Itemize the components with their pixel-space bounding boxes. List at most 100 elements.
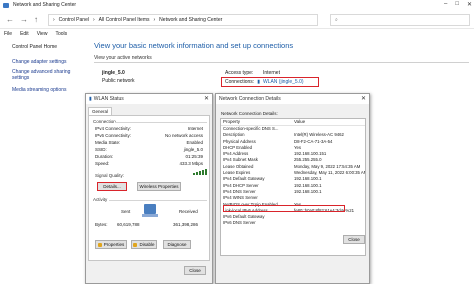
property-cell: IPv6 DNS Server [223, 220, 256, 226]
address-bar: ← → ↑ › Control Panel › All Control Pane… [0, 11, 474, 29]
network-type: Public network [102, 78, 135, 84]
signal-quality-label: Signal Quality: [95, 173, 125, 178]
sent-label: Sent [121, 209, 131, 214]
row-value: 01:25:39 [185, 154, 203, 159]
breadcrumb-sep: › [92, 17, 95, 23]
breadcrumb-sep: › [53, 17, 55, 23]
list-header: Property Value [221, 119, 365, 126]
row-duration: Duration: 01:25:39 [95, 154, 203, 159]
properties-label: Properties [103, 242, 125, 247]
page-title: View your basic network information and … [94, 41, 294, 50]
row-label: IPv6 Connectivity: [95, 133, 132, 138]
activity-section-label: Activity [93, 197, 108, 202]
row-value: 433.3 Mbps [179, 161, 203, 166]
window-titlebar: Network and Sharing Center – □ ✕ [0, 0, 474, 10]
back-icon[interactable]: ← [6, 15, 14, 24]
details-button[interactable]: Details... [97, 182, 127, 191]
sidebar-link-adapter[interactable]: Change adapter settings [12, 59, 66, 65]
connections-link[interactable]: WLAN (jingle_5.0) [263, 79, 304, 85]
properties-button[interactable]: Properties [95, 240, 127, 249]
row-label: IPv4 Connectivity: [95, 126, 132, 131]
sidebar-link-media[interactable]: Media streaming options [12, 87, 66, 93]
sidebar-home-link[interactable]: Control Panel Home [12, 44, 57, 50]
section-divider [115, 122, 207, 123]
row-label: SSID: [95, 147, 107, 152]
row-label: Media State: [95, 140, 121, 145]
dialog-title: Network Connection Details [219, 96, 281, 102]
diagnose-button[interactable]: Diagnose [163, 240, 191, 249]
bytes-received: 361,398,286 [173, 222, 199, 227]
row-value: Internet [187, 126, 203, 131]
active-networks-heading: View your active networks [94, 55, 152, 61]
menu-edit[interactable]: Edit [20, 31, 29, 39]
menu-view[interactable]: View [37, 31, 48, 39]
row-label: Duration: [95, 154, 114, 159]
row-value: jingle_5.0 [183, 147, 203, 152]
list-item[interactable]: IPv6 DNS Server [221, 220, 365, 226]
row-ipv6-connectivity: IPv6 Connectivity: No network access [95, 133, 203, 138]
network-center-icon [3, 2, 9, 8]
dialog-titlebar: ▮ WLAN Status [86, 94, 212, 104]
divider [94, 62, 469, 63]
wlan-status-dialog: ▮ WLAN Status ✕ General Connection IPv4 … [85, 93, 213, 284]
access-type-label: Access type: [225, 70, 254, 76]
row-ipv4-connectivity: IPv4 Connectivity: Internet [95, 126, 203, 131]
row-label: Speed: [95, 161, 110, 166]
breadcrumb-network-center[interactable]: Network and Sharing Center [159, 17, 222, 23]
menu-bar: File Edit View Tools [0, 31, 67, 39]
sidebar-link-sharing[interactable]: Change advanced sharing settings [12, 69, 82, 81]
section-divider [109, 200, 207, 201]
breadcrumb-all-items[interactable]: All Control Panel Items [99, 17, 150, 23]
connection-section-label: Connection [93, 119, 116, 124]
bytes-sent: 60,619,788 [117, 222, 140, 227]
row-value: Enabled [186, 140, 203, 145]
network-name: jingle_5.0 [102, 70, 125, 76]
maximize-icon[interactable]: □ [455, 1, 459, 8]
forward-icon[interactable]: → [20, 15, 28, 24]
row-media-state: Media State: Enabled [95, 140, 203, 145]
disable-label: Disable [139, 242, 155, 247]
received-label: Received [179, 209, 198, 214]
access-type-value: Internet [263, 70, 280, 76]
shield-icon [133, 242, 138, 247]
bytes-label: Bytes: [95, 222, 108, 227]
breadcrumb[interactable]: › Control Panel › All Control Panel Item… [48, 14, 318, 26]
row-speed: Speed: 433.3 Mbps [95, 161, 203, 166]
search-icon: ⌕ [335, 17, 338, 23]
up-icon[interactable]: ↑ [34, 15, 38, 24]
details-label: Network Connection Details: [221, 111, 278, 116]
minimize-icon[interactable]: – [444, 1, 447, 8]
connections-highlight: Connections: ▮ WLAN (jingle_5.0) [221, 77, 319, 87]
row-value: No network access [164, 133, 203, 138]
col-value[interactable]: Value [292, 119, 305, 125]
window-title: Network and Sharing Center [13, 2, 77, 8]
dialog-titlebar: Network Connection Details [216, 94, 369, 104]
disable-button[interactable]: Disable [131, 240, 157, 249]
breadcrumb-control-panel[interactable]: Control Panel [59, 17, 89, 23]
menu-file[interactable]: File [4, 31, 12, 39]
wifi-icon: ▮ [257, 79, 260, 85]
connections-label: Connections: [225, 79, 255, 85]
wireless-properties-button[interactable]: Wireless Properties [137, 182, 181, 191]
default-gateway-highlight [223, 205, 345, 212]
general-tab-panel: Connection IPv4 Connectivity: Internet IP… [88, 115, 210, 261]
close-icon[interactable]: ✕ [204, 95, 209, 102]
col-property[interactable]: Property [221, 119, 292, 125]
search-input[interactable]: ⌕ [330, 14, 470, 26]
network-activity-icon [144, 204, 156, 214]
dialog-title: WLAN Status [93, 96, 124, 102]
wlan-close-button[interactable]: Close [184, 266, 206, 275]
breadcrumb-sep: › [153, 17, 156, 23]
wifi-icon: ▮ [89, 96, 92, 102]
ncd-close-button[interactable]: Close [343, 235, 365, 244]
row-ssid: SSID: jingle_5.0 [95, 147, 203, 152]
signal-bars-icon [193, 169, 207, 175]
network-activity-base [142, 214, 158, 217]
network-connection-details-dialog: Network Connection Details ✕ Network Con… [215, 93, 370, 284]
menu-tools[interactable]: Tools [55, 31, 67, 39]
window-controls: – □ ✕ [444, 1, 472, 8]
close-icon[interactable]: ✕ [361, 95, 366, 102]
close-icon[interactable]: ✕ [467, 1, 472, 8]
tab-general[interactable]: General [88, 107, 113, 115]
shield-icon [97, 242, 102, 247]
